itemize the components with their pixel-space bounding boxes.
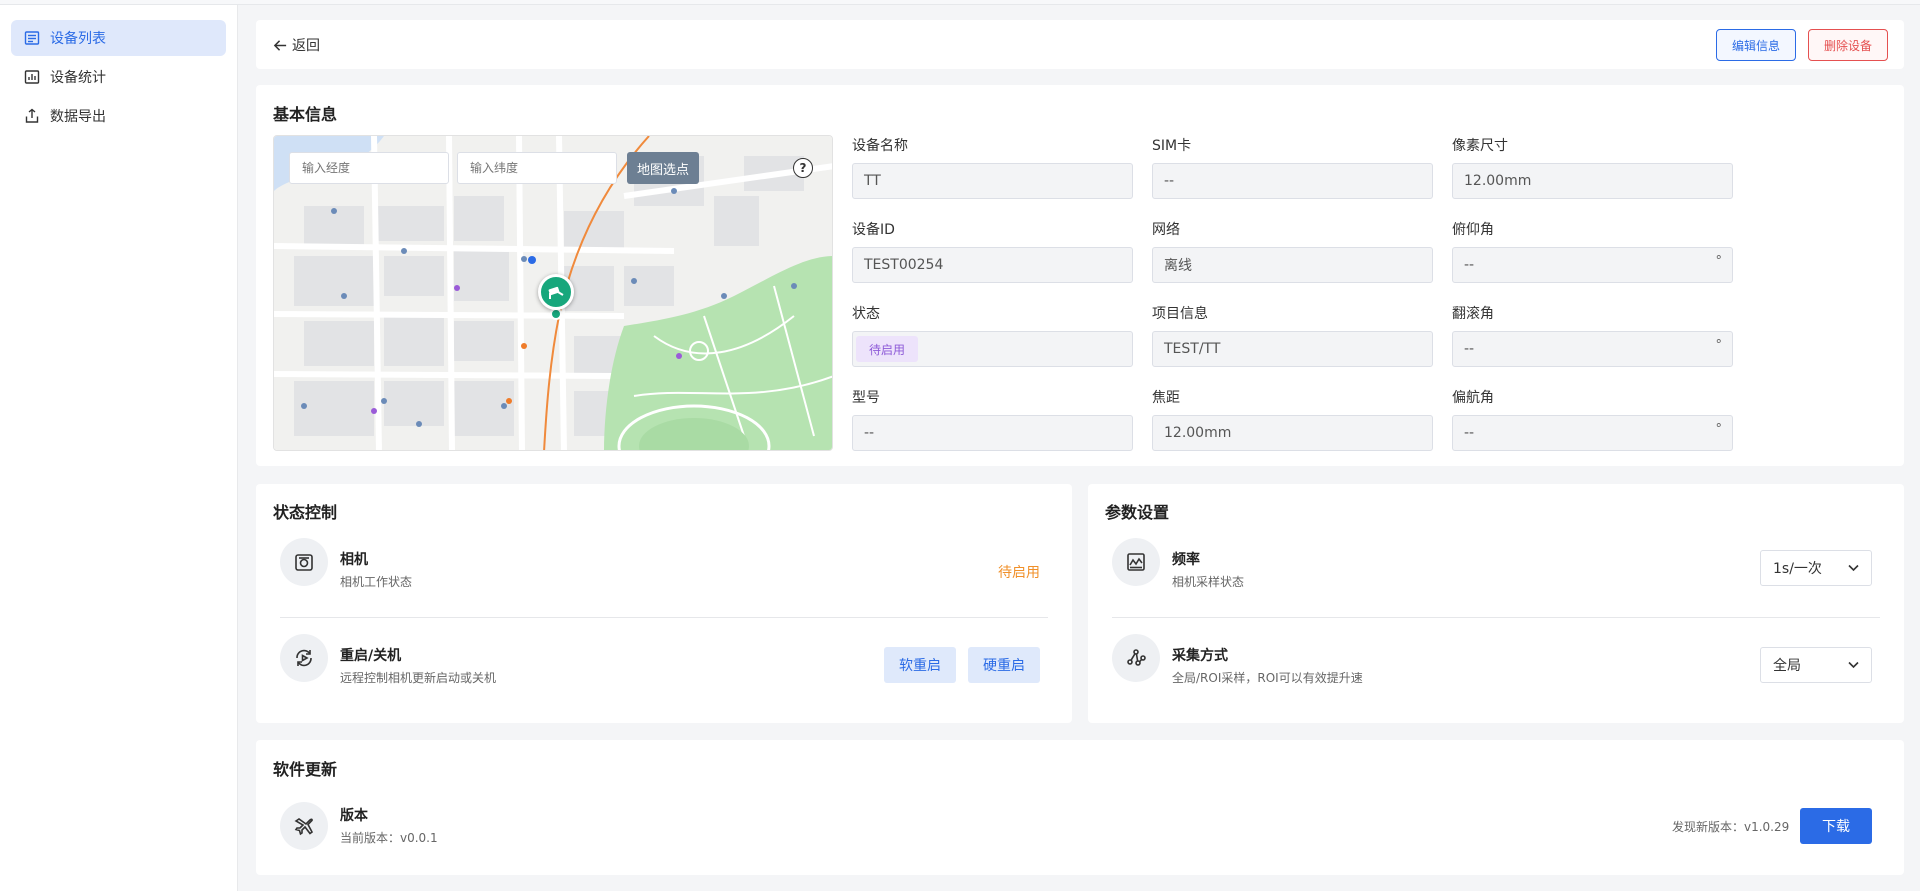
- degree-unit: °: [1715, 254, 1723, 269]
- params-card: 参数设置 频率 相机采样状态 1s/一次 采集方式 全局/ROI采样，ROI可以…: [1088, 484, 1904, 723]
- field-value: --: [1164, 173, 1175, 189]
- mode-title: 采集方式: [1172, 648, 1228, 664]
- export-icon: [25, 108, 39, 123]
- network-label: 网络: [1152, 222, 1180, 238]
- divider: [1112, 617, 1880, 618]
- status-label: 状态: [852, 306, 880, 322]
- device-id-label: 设备ID: [852, 222, 895, 238]
- plane-icon: [280, 802, 328, 850]
- field-value: 12.00mm: [1464, 173, 1532, 189]
- camera-marker-icon[interactable]: [538, 274, 574, 310]
- help-icon[interactable]: ?: [793, 158, 813, 178]
- field-value: --: [1464, 425, 1475, 441]
- pixel-field[interactable]: 12.00mm: [1452, 163, 1733, 199]
- status-control-card: 状态控制 相机 相机工作状态 待启用 重启/关机 远程控制相机更新启动或关机 软…: [256, 484, 1072, 723]
- pitch-field[interactable]: -- °: [1452, 247, 1733, 283]
- camera-desc: 相机工作状态: [340, 575, 413, 589]
- degree-unit: °: [1715, 422, 1723, 437]
- focal-field[interactable]: 12.00mm: [1152, 415, 1433, 451]
- field-value: TT: [864, 173, 881, 189]
- sidebar-item-device-list[interactable]: 设备列表: [11, 20, 226, 56]
- select-value: 全局: [1773, 658, 1801, 674]
- roll-label: 翻滚角: [1452, 306, 1494, 322]
- map-pick-button[interactable]: 地图选点: [627, 152, 699, 184]
- chevron-down-icon: [1848, 661, 1859, 669]
- pixel-label: 像素尺寸: [1452, 138, 1508, 154]
- hard-restart-button[interactable]: 硬重启: [968, 647, 1040, 683]
- sidebar: 设备列表 设备统计 数据导出: [0, 5, 238, 891]
- params-title: 参数设置: [1105, 503, 1170, 522]
- camera-state: 待启用: [998, 565, 1040, 581]
- field-value: TEST/TT: [1164, 341, 1221, 357]
- device-id-field[interactable]: TEST00254: [852, 247, 1133, 283]
- yaw-field[interactable]: -- °: [1452, 415, 1733, 451]
- frequency-select[interactable]: 1s/一次: [1760, 550, 1872, 586]
- sidebar-item-label: 设备列表: [50, 31, 106, 47]
- version-title: 版本: [340, 808, 368, 824]
- degree-unit: °: [1715, 338, 1723, 353]
- header-bar: 返回 编辑信息 删除设备: [256, 20, 1904, 69]
- nodes-icon: [1112, 634, 1160, 682]
- field-value: --: [1464, 341, 1475, 357]
- back-label: 返回: [292, 38, 320, 54]
- software-update-card: 软件更新 版本 当前版本：v0.0.1 发现新版本：v1.0.29 下载: [256, 740, 1904, 875]
- chart-icon: [24, 70, 40, 84]
- sidebar-item-label: 设备统计: [50, 70, 106, 86]
- status-control-title: 状态控制: [273, 503, 338, 522]
- current-version: 当前版本：v0.0.1: [340, 831, 438, 845]
- field-value: 12.00mm: [1164, 425, 1232, 441]
- basic-info-title: 基本信息: [273, 105, 338, 124]
- device-name-field[interactable]: TT: [852, 163, 1133, 199]
- model-label: 型号: [852, 390, 880, 406]
- network-field[interactable]: 离线: [1152, 247, 1433, 283]
- software-update-title: 软件更新: [273, 760, 338, 779]
- sidebar-item-device-stats[interactable]: 设备统计: [11, 59, 226, 95]
- model-field[interactable]: --: [852, 415, 1133, 451]
- mode-desc: 全局/ROI采样，ROI可以有效提升速: [1172, 671, 1363, 685]
- field-value: 离线: [1164, 258, 1192, 274]
- delete-device-button[interactable]: 删除设备: [1808, 29, 1888, 61]
- camera-title: 相机: [340, 552, 368, 568]
- sidebar-item-data-export[interactable]: 数据导出: [11, 98, 226, 134]
- field-value: --: [864, 425, 875, 441]
- back-button[interactable]: 返回: [273, 35, 320, 55]
- select-value: 1s/一次: [1773, 561, 1822, 577]
- power-title: 重启/关机: [340, 648, 402, 664]
- map-view[interactable]: 地图选点 ?: [273, 135, 833, 451]
- field-value: TEST00254: [864, 257, 944, 273]
- soft-restart-button[interactable]: 软重启: [884, 647, 956, 683]
- yaw-label: 偏航角: [1452, 390, 1494, 406]
- basic-info-card: 基本信息 输入经度 输入纬度 地图选点 ? 设备名称 TT 设备ID TEST0…: [256, 85, 1904, 466]
- roll-field[interactable]: -- °: [1452, 331, 1733, 367]
- mode-select[interactable]: 全局: [1760, 647, 1872, 683]
- field-value: --: [1464, 257, 1475, 273]
- restart-icon: [280, 634, 328, 682]
- camera-icon: [280, 538, 328, 586]
- list-icon: [24, 31, 40, 45]
- download-button[interactable]: 下载: [1800, 808, 1872, 844]
- power-desc: 远程控制相机更新启动或关机: [340, 671, 497, 685]
- longitude-input[interactable]: [289, 152, 449, 184]
- frequency-desc: 相机采样状态: [1172, 575, 1245, 589]
- waveform-icon: [1112, 538, 1160, 586]
- sidebar-item-label: 数据导出: [50, 109, 106, 125]
- status-badge: 待启用: [856, 336, 919, 362]
- pitch-label: 俯仰角: [1452, 222, 1494, 238]
- status-field[interactable]: 待启用: [852, 331, 1133, 367]
- new-version-notice: 发现新版本：v1.0.29: [1672, 820, 1790, 834]
- sim-field[interactable]: --: [1152, 163, 1433, 199]
- latitude-input[interactable]: [457, 152, 617, 184]
- sim-label: SIM卡: [1152, 138, 1192, 154]
- top-border: [0, 0, 1920, 5]
- divider: [280, 617, 1048, 618]
- arrow-left-icon: [273, 39, 287, 51]
- chevron-down-icon: [1848, 564, 1859, 572]
- project-field[interactable]: TEST/TT: [1152, 331, 1433, 367]
- device-name-label: 设备名称: [852, 138, 908, 154]
- frequency-title: 频率: [1172, 552, 1200, 568]
- project-label: 项目信息: [1152, 306, 1208, 322]
- edit-info-button[interactable]: 编辑信息: [1716, 29, 1796, 61]
- focal-label: 焦距: [1152, 390, 1180, 406]
